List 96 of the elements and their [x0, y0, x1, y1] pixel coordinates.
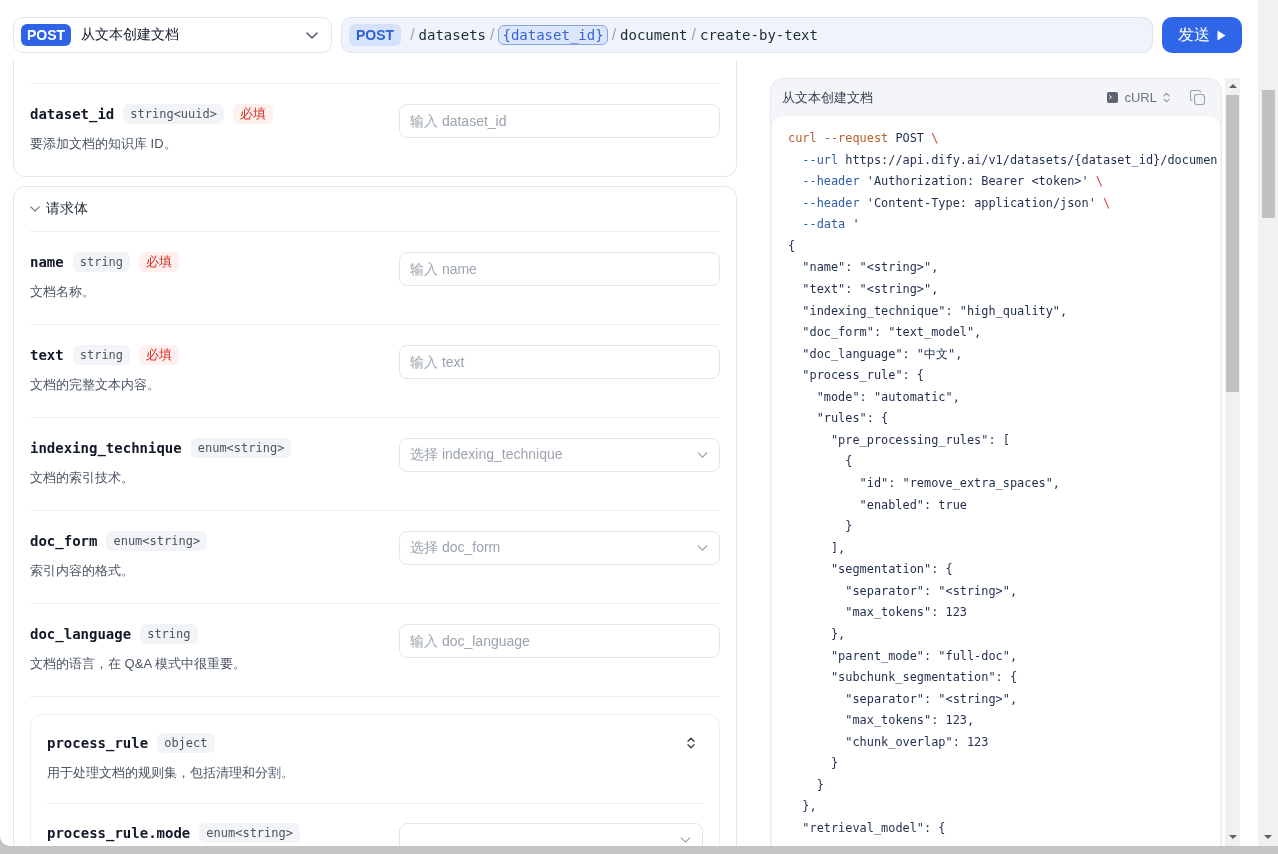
param-name: text [30, 347, 64, 363]
triangle-down-icon[interactable] [1264, 835, 1272, 839]
scrollbar[interactable] [1225, 78, 1240, 846]
chevron-up-down-icon [1163, 92, 1170, 103]
chevron-down-icon [697, 452, 708, 458]
code-line: ], [830, 539, 846, 557]
section-toggle[interactable]: 请求体 [30, 200, 88, 218]
code-line: "pre_processing_rules": [ [830, 431, 1010, 449]
scrollbar-thumb[interactable] [1261, 90, 1275, 218]
type-badge: enum<string> [190, 438, 292, 458]
chevron-down-icon [697, 545, 708, 551]
method-select[interactable]: POST 从文本创建文档 [13, 17, 332, 53]
param-description: 文档的完整文本内容。 [30, 376, 161, 394]
path-separator: / [490, 26, 495, 44]
triangle-down-icon[interactable] [1228, 835, 1237, 839]
param-name: indexing_technique [30, 440, 182, 456]
code-line: "name": "<string>", [802, 259, 939, 277]
code-line: } [845, 518, 853, 536]
code-line: } [816, 776, 824, 794]
play-icon [1217, 29, 1226, 41]
path-separator: / [691, 26, 696, 44]
input-field[interactable]: 输入 text [399, 345, 720, 379]
type-badge: string [72, 252, 131, 272]
param-description: 文档名称。 [30, 283, 96, 301]
code-line: "max_tokens": 123, [845, 712, 975, 730]
code-line: "doc_language": "中文", [802, 345, 963, 363]
path-separator: / [611, 26, 617, 44]
code-line: "parent_mode": "full-doc", [830, 647, 1018, 665]
param-name: name [30, 254, 64, 270]
code-line: --header 'Content-Type: application/json' \ [802, 194, 1111, 212]
path-parameter[interactable]: {dataset_id} [498, 25, 608, 45]
code-line: { [845, 453, 853, 471]
param-description: 文档的语言，在 Q&A 模式中很重要。 [30, 655, 247, 673]
language-select[interactable]: cURL [1107, 90, 1170, 105]
chevron-down-icon [306, 31, 318, 39]
code-line: "segmentation": { [830, 561, 953, 579]
param-description: 文档的索引技术。 [30, 469, 135, 487]
code-line: "max_tokens": 123 [845, 604, 967, 622]
code-line: "separator": "<string>", [845, 690, 1018, 708]
code-line: }, [802, 798, 817, 816]
code-line: "text": "<string>", [802, 280, 939, 298]
type-badge: enum<string> [106, 531, 208, 551]
code-line: "enabled": true [859, 496, 967, 514]
select-field[interactable]: 选择 indexing_technique [399, 438, 720, 472]
select-field[interactable]: 选择 doc_form [399, 531, 720, 565]
param-description: 索引内容的格式。 [30, 562, 135, 580]
input-field[interactable]: 输入 dataset_id [399, 104, 720, 138]
type-badge: string [72, 345, 131, 365]
param-description: 要添加文档的知识库 ID。 [30, 135, 178, 153]
code-line: "rules": { [816, 410, 889, 428]
code-line: --url https://api.dify.ai/v1/datasets/{dataset_id}/documen [802, 151, 1218, 169]
code-line: }, [830, 625, 846, 643]
code-line: --data ' [802, 216, 860, 234]
param-name: doc_form [30, 533, 98, 549]
code-line: "mode": "automatic", [816, 388, 960, 406]
path-label: datasets [418, 27, 486, 43]
param-name: process_rule [47, 735, 149, 751]
panel-title: 从文本创建文档 [782, 88, 873, 107]
method-badge: POST [349, 24, 402, 46]
code-line: "doc_form": "text_model", [802, 324, 982, 342]
code-line: --header 'Authorization: Bearer <token>' \ [802, 173, 1103, 191]
required-badge: 必填 [233, 104, 273, 124]
copy-icon[interactable] [1190, 90, 1205, 105]
code-line: "process_rule": { [802, 367, 924, 385]
input-field[interactable]: 输入 doc_language [399, 624, 720, 658]
code-line: "indexing_technique": "high_quality", [802, 302, 1068, 320]
type-badge: string<uuid> [123, 104, 224, 124]
code-line: "retrieval_model": { [802, 820, 946, 837]
required-badge: 必填 [139, 252, 180, 272]
send-button[interactable]: 发送 [1162, 17, 1242, 53]
param-name: doc_language [30, 626, 132, 642]
terminal-icon [1107, 92, 1119, 103]
path-label: create-by-text [699, 27, 818, 43]
input-field[interactable]: 输入 name [399, 252, 720, 286]
param-name: process_rule.mode [47, 825, 191, 841]
param-name: dataset_id [30, 106, 115, 122]
code-line: curl --request POST \ [788, 130, 939, 147]
required-badge: 必填 [139, 345, 180, 365]
triangle-up-icon[interactable] [1228, 84, 1237, 88]
type-badge: enum<string> [199, 823, 300, 843]
code-line: } [830, 755, 839, 773]
code-line: { [788, 237, 796, 255]
code-line: "id": "remove_extra_spaces", [859, 475, 1061, 492]
chevron-up-down-icon[interactable] [687, 737, 695, 749]
chevron-down-icon [680, 837, 691, 843]
scrollbar[interactable] [1258, 0, 1278, 846]
code-line: "chunk_overlap": 123 [845, 733, 989, 751]
type-badge: object [157, 733, 215, 753]
code-line: "separator": "<string>", [845, 582, 1018, 600]
path-separator: / [410, 26, 415, 44]
type-badge: string [140, 624, 198, 644]
param-description: 用于处理文档的规则集，包括清理和分割。 [47, 764, 294, 782]
path-label: document [620, 27, 688, 43]
method-badge: POST [21, 24, 72, 46]
scrollbar-thumb[interactable] [1226, 95, 1239, 392]
code-line: "subchunk_segmentation": { [830, 669, 1018, 687]
